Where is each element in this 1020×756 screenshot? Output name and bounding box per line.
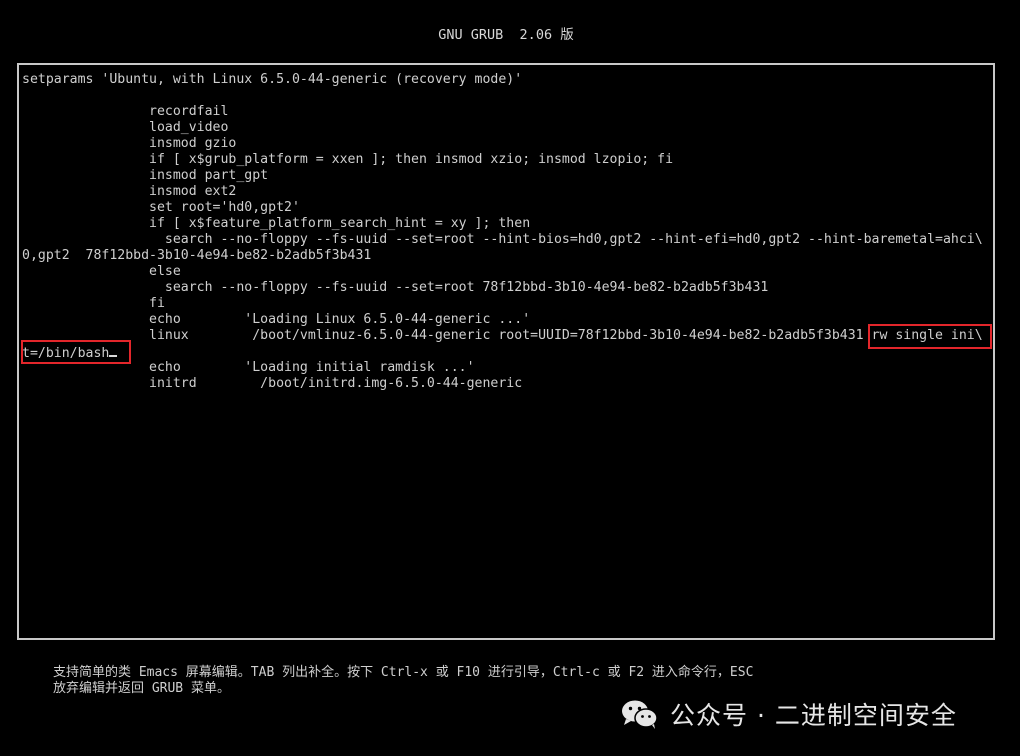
- help-line-2: 放弃编辑并返回 GRUB 菜单。: [53, 681, 230, 696]
- editor-line[interactable]: setparams 'Ubuntu, with Linux 6.5.0-44-g…: [22, 72, 522, 88]
- editor-line[interactable]: recordfail: [22, 104, 228, 120]
- editor-line[interactable]: set root='hd0,gpt2': [22, 200, 300, 216]
- editor-line[interactable]: if [ x$feature_platform_search_hint = xy…: [22, 216, 530, 232]
- editor-line[interactable]: fi: [22, 296, 165, 312]
- editor-line[interactable]: else: [22, 264, 181, 280]
- editor-line[interactable]: insmod part_gpt: [22, 168, 268, 184]
- editor-line[interactable]: load_video: [22, 120, 228, 136]
- editor-line-linux[interactable]: linux /boot/vmlinuz-6.5.0-44-generic roo…: [22, 328, 983, 344]
- wechat-icon: [622, 700, 658, 729]
- editor-line[interactable]: search --no-floppy --fs-uuid --set=root …: [22, 232, 983, 248]
- editor-line[interactable]: 0,gpt2 78f12bbd-3b10-4e94-be82-b2adb5f3b…: [22, 248, 371, 264]
- grub-title: GNU GRUB 2.06 版: [438, 27, 574, 43]
- grub-editor[interactable]: setparams 'Ubuntu, with Linux 6.5.0-44-g…: [17, 63, 995, 640]
- editor-line[interactable]: echo 'Loading Linux 6.5.0-44-generic ...…: [22, 312, 530, 328]
- help-line-1: 支持简单的类 Emacs 屏幕编辑。TAB 列出补全。按下 Ctrl-x 或 F…: [53, 665, 754, 680]
- editor-line[interactable]: search --no-floppy --fs-uuid --set=root …: [22, 280, 768, 296]
- editor-line[interactable]: insmod ext2: [22, 184, 236, 200]
- editor-line[interactable]: insmod gzio: [22, 136, 236, 152]
- watermark-text: 公众号 · 二进制空间安全: [670, 701, 957, 730]
- editor-line[interactable]: initrd /boot/initrd.img-6.5.0-44-generic: [22, 376, 522, 392]
- watermark: 公众号 · 二进制空间安全: [620, 697, 957, 731]
- editor-line[interactable]: if [ x$grub_platform = xxen ]; then insm…: [22, 152, 673, 168]
- help-text: 支持简单的类 Emacs 屏幕编辑。TAB 列出补全。按下 Ctrl-x 或 F…: [53, 665, 753, 697]
- highlight-box-init-arg: [21, 340, 131, 364]
- highlight-box-kernel-args: [868, 324, 992, 349]
